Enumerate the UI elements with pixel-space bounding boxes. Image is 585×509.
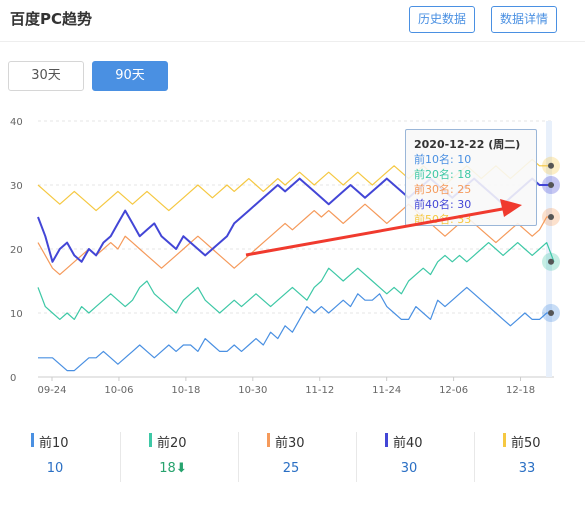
page-title: 百度PC趋势 [10, 10, 93, 28]
legend-value: 25 [282, 461, 300, 476]
legend-value: 10 [46, 461, 64, 476]
history-data-button[interactable]: 历史数据 [409, 6, 476, 33]
series-marker-point [548, 182, 554, 188]
legend-color-bar [503, 433, 506, 447]
legend-summary: 前10 10 前20 18⬇ 前30 25 前40 30 前50 33 [20, 430, 580, 486]
legend-color-bar [31, 433, 34, 447]
x-tick-label: 11-24 [372, 385, 401, 396]
tooltip-row-top20: 前20名: 18 [414, 168, 472, 181]
y-tick-label: 0 [10, 373, 16, 384]
legend-item-top50[interactable]: 前50 33 [492, 430, 585, 486]
legend-divider [474, 432, 475, 482]
series-marker-point [548, 310, 554, 316]
legend-label: 前50 [511, 436, 541, 451]
legend-item-top20[interactable]: 前20 18⬇ [138, 430, 248, 486]
x-tick-label: 11-12 [305, 385, 334, 396]
x-tick-label: 09-24 [37, 385, 66, 396]
legend-value: 18⬇ [159, 461, 187, 476]
legend-label: 前30 [275, 436, 305, 451]
legend-label: 前10 [39, 436, 69, 451]
legend-color-bar [385, 433, 388, 447]
x-tick-label: 12-06 [439, 385, 468, 396]
tooltip-row-top40: 前40名: 30 [414, 198, 472, 211]
tooltip-row-top10: 前10名: 10 [414, 153, 472, 166]
series-marker-point [548, 214, 554, 220]
series-marker-point [548, 258, 554, 265]
legend-item-top10[interactable]: 前10 10 [20, 430, 130, 486]
x-tick-label: 10-18 [171, 385, 200, 396]
legend-value: 30 [400, 461, 418, 476]
x-tick-label: 10-06 [104, 385, 133, 396]
y-tick-label: 30 [10, 181, 23, 192]
tooltip-row-top50: 前50名: 33 [414, 213, 472, 226]
y-tick-label: 10 [10, 309, 23, 320]
data-detail-button[interactable]: 数据详情 [491, 6, 558, 33]
legend-divider [356, 432, 357, 482]
legend-color-bar [267, 433, 270, 447]
x-tick-label: 10-30 [238, 385, 267, 396]
series-line-2 [37, 242, 555, 320]
legend-divider [120, 432, 121, 482]
series-line-1 [38, 286, 554, 372]
chart-tooltip: 2020-12-22 (周二) 前10名: 10 前20名: 18 前30名: … [405, 129, 537, 226]
range-tab-30-days[interactable]: 30天 [8, 61, 84, 91]
legend-color-bar [149, 433, 152, 447]
legend-divider [238, 432, 239, 482]
legend-value: 33 [518, 461, 536, 476]
legend-label: 前40 [393, 436, 423, 451]
legend-label: 前20 [157, 436, 187, 451]
arrow-down-icon: ⬇ [175, 461, 187, 476]
legend-item-top30[interactable]: 前30 25 [256, 430, 366, 486]
x-tick-label: 12-18 [506, 385, 535, 396]
tooltip-date: 2020-12-22 (周二) [414, 138, 521, 151]
series-marker-point [548, 162, 554, 169]
range-tab-90-days[interactable]: 90天 [92, 61, 168, 91]
legend-item-top40[interactable]: 前40 30 [374, 430, 484, 486]
y-tick-label: 40 [10, 117, 23, 128]
header-bar: 百度PC趋势 历史数据 数据详情 [0, 0, 585, 42]
y-tick-label: 20 [10, 245, 23, 256]
tooltip-row-top30: 前30名: 25 [414, 183, 472, 196]
